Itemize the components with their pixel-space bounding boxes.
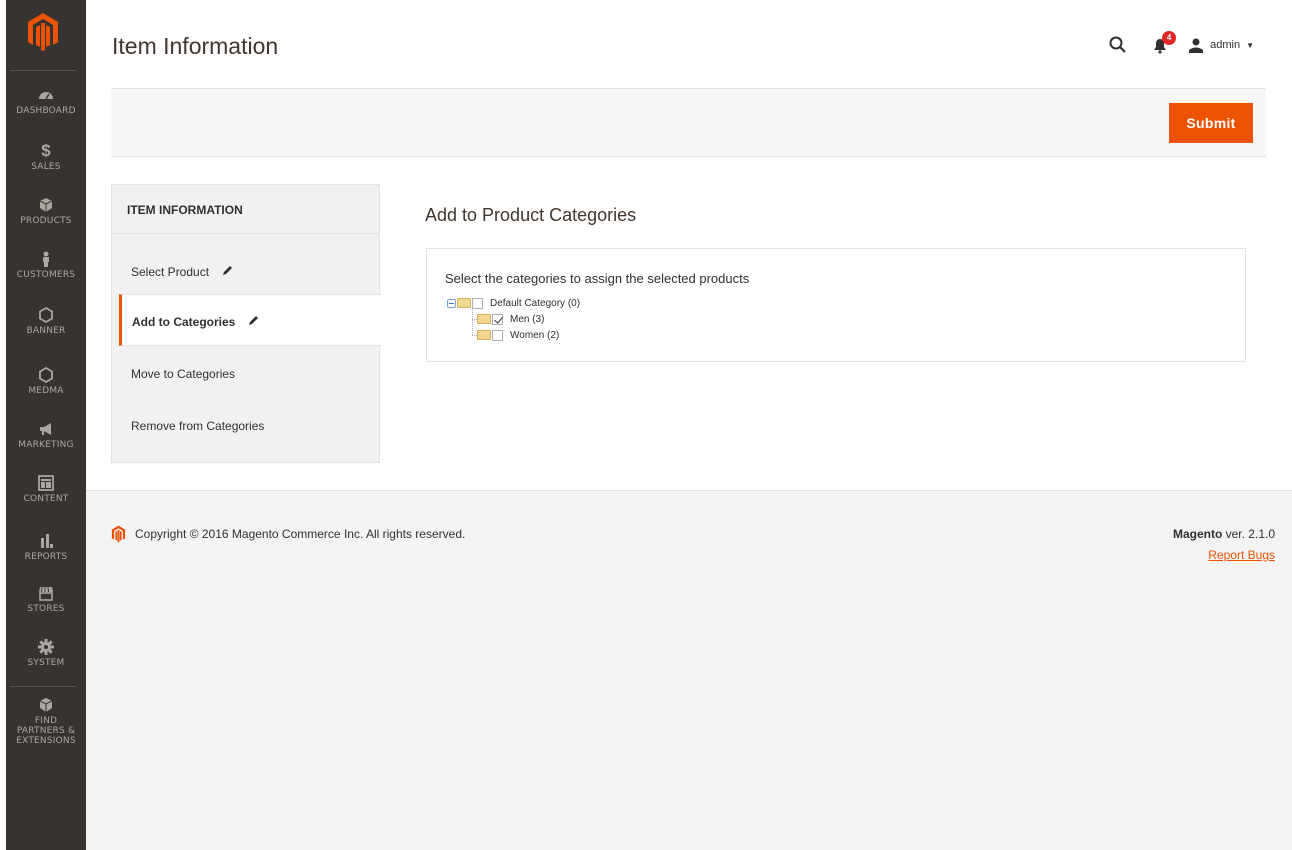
tab-select-product[interactable]: Select Product — [112, 245, 379, 297]
nav-label: MEDMA — [28, 386, 64, 396]
magento-logo-icon — [111, 525, 126, 543]
megaphone-icon — [37, 420, 55, 438]
user-name: admin — [1210, 39, 1241, 51]
sidebar-divider — [10, 70, 76, 71]
nav-label-line: FIND — [34, 716, 58, 726]
dollar-icon: $ — [41, 141, 51, 160]
categories-fieldset: Select the categories to assign the sele… — [426, 248, 1246, 362]
item-information-tabs: ITEM INFORMATION Select Product Add to C… — [111, 184, 381, 463]
brand-name: Magento — [1172, 527, 1223, 541]
nav-customers[interactable]: CUSTOMERS — [6, 250, 86, 280]
page-title: Item Information — [112, 33, 279, 59]
folder-icon — [457, 298, 471, 308]
footer-version: Magento ver. 2.1.0 Report Bugs — [1173, 527, 1275, 562]
fieldset-label: Select the categories to assign the sele… — [445, 271, 750, 286]
nav-system[interactable]: SYSTEM — [6, 638, 86, 668]
hexagon-icon — [37, 306, 55, 324]
nav-label: STORES — [27, 604, 65, 614]
nav-label-line: EXTENSIONS — [16, 736, 76, 746]
submit-button[interactable]: Submit — [1169, 103, 1253, 143]
category-label: Women (2) — [510, 329, 560, 341]
nav-label: CONTENT — [23, 494, 69, 504]
gear-icon — [37, 638, 55, 656]
user-menu[interactable]: admin ▼ — [1188, 37, 1254, 53]
category-checkbox[interactable] — [472, 297, 483, 309]
page-footer: Copyright © 2016 Magento Commerce Inc. A… — [86, 490, 1292, 850]
nav-content[interactable]: CONTENT — [6, 474, 86, 504]
nav-medma[interactable]: MEDMA — [6, 366, 86, 396]
tab-label: Select Product — [131, 265, 210, 279]
nav-label: DASHBOARD — [16, 106, 76, 116]
nav-label: MARKETING — [18, 440, 74, 450]
page-actions-bar: Submit — [111, 88, 1266, 157]
dashboard-icon — [37, 86, 55, 104]
storefront-icon — [37, 584, 55, 602]
notifications-badge: 4 — [1162, 31, 1177, 45]
person-icon — [37, 250, 55, 268]
nav-label: CUSTOMERS — [16, 270, 76, 280]
category-label: Default Category (0) — [490, 297, 581, 309]
chevron-down-icon: ▼ — [1246, 40, 1254, 50]
nav-label: PRODUCTS — [20, 216, 72, 226]
nav-stores[interactable]: STORES — [6, 584, 86, 614]
box-icon — [37, 196, 55, 214]
cube-icon — [37, 696, 55, 714]
magento-logo-icon[interactable] — [26, 12, 60, 52]
version-text: ver. 2.1.0 — [1222, 527, 1275, 541]
pencil-icon — [247, 315, 259, 327]
nav-sales[interactable]: $ SALES — [6, 141, 86, 173]
admin-sidebar: DASHBOARD $ SALES PRODUCTS CUSTOMERS BAN… — [0, 0, 86, 850]
category-checkbox[interactable] — [492, 313, 503, 325]
nav-marketing[interactable]: MARKETING — [6, 420, 86, 450]
nav-find-partners[interactable]: FIND PARTNERS & EXTENSIONS — [6, 696, 86, 746]
notifications-bell-icon[interactable]: 4 — [1150, 31, 1177, 55]
folder-icon — [477, 330, 491, 340]
nav-label: SYSTEM — [27, 658, 65, 668]
nav-label-line: PARTNERS & — [16, 726, 76, 736]
nav-reports[interactable]: REPORTS — [6, 532, 86, 562]
nav-label: BANNER — [26, 326, 66, 336]
header-actions: 4 admin ▼ — [1086, 30, 1254, 60]
bar-chart-icon — [37, 532, 55, 550]
tree-node-women: Women (2) — [447, 327, 580, 343]
user-icon — [1188, 37, 1204, 53]
nav-dashboard[interactable]: DASHBOARD — [6, 86, 86, 116]
admin-app: DASHBOARD $ SALES PRODUCTS CUSTOMERS BAN… — [0, 0, 1292, 850]
nav-banner[interactable]: BANNER — [6, 306, 86, 336]
tab-move-to-categories[interactable]: Move to Categories — [112, 347, 379, 399]
tab-label: Remove from Categories — [131, 419, 265, 433]
sidebar-divider — [10, 686, 76, 687]
category-label: Men (3) — [510, 313, 545, 325]
tabs-title: ITEM INFORMATION — [112, 185, 379, 234]
copyright-text: Copyright © 2016 Magento Commerce Inc. A… — [135, 527, 466, 541]
tab-label: Add to Categories — [132, 315, 236, 329]
tab-label: Move to Categories — [131, 367, 236, 381]
hexagon-icon — [37, 366, 55, 384]
footer-copyright: Copyright © 2016 Magento Commerce Inc. A… — [111, 525, 465, 543]
tree-node-root: Default Category (0) — [447, 295, 580, 311]
tab-add-to-categories[interactable]: Add to Categories — [119, 294, 381, 346]
nav-products[interactable]: PRODUCTS — [6, 196, 86, 226]
nav-label: REPORTS — [24, 552, 68, 562]
layout-icon — [37, 474, 55, 492]
folder-icon — [477, 314, 491, 324]
collapse-icon[interactable] — [447, 298, 456, 308]
category-tree: Default Category (0) Men (3) Women (2) — [447, 295, 580, 343]
search-icon[interactable] — [1108, 35, 1128, 55]
category-checkbox[interactable] — [492, 329, 503, 341]
pencil-icon — [221, 265, 233, 277]
section-title: Add to Product Categories — [425, 205, 637, 225]
tree-node-men: Men (3) — [447, 311, 580, 327]
tab-remove-from-categories[interactable]: Remove from Categories — [112, 399, 379, 451]
nav-label: SALES — [31, 162, 61, 172]
report-bugs-link[interactable]: Report Bugs — [1173, 548, 1275, 562]
